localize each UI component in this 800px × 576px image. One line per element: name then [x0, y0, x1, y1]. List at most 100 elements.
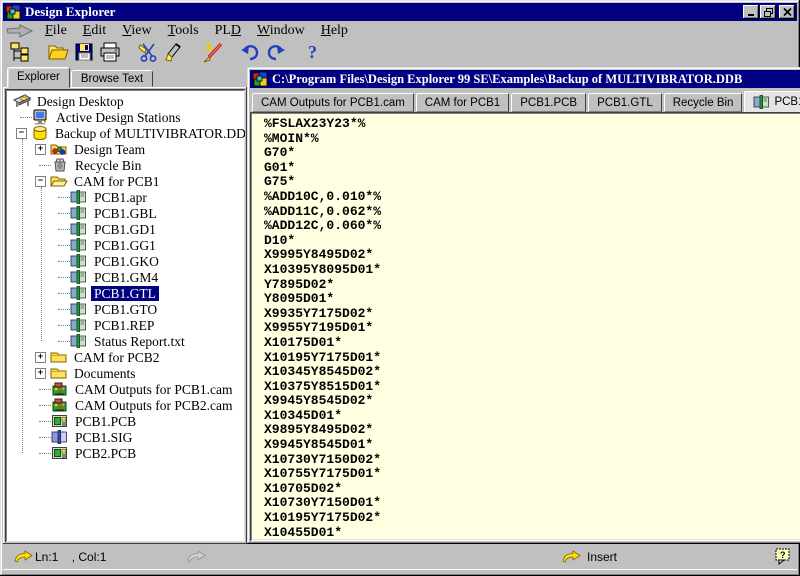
tree-item-label: PCB1.PCB: [72, 414, 139, 429]
open-document-button[interactable]: [45, 42, 71, 66]
paste-icon: [163, 41, 185, 68]
editor-line: %MOIN*%: [264, 132, 800, 147]
restore-button[interactable]: [760, 5, 776, 19]
editor-line: Y8095D01*: [264, 292, 800, 307]
document-tab-pcb1-gtl[interactable]: PCB1.GTL: [744, 91, 800, 112]
tree-item-design-desktop[interactable]: Design Desktop: [5, 93, 245, 109]
tree-item-active-design-stations[interactable]: Active Design Stations: [5, 109, 245, 125]
document-tab-cam-outputs-for-pcb1-cam[interactable]: CAM Outputs for PCB1.cam: [252, 93, 414, 112]
tree-item-pcb1-sig[interactable]: PCB1.SIG: [5, 429, 245, 445]
doc-icon: [70, 301, 88, 317]
tree-item-design-team[interactable]: +Design Team: [5, 141, 245, 157]
tree-item-pcb1-gko[interactable]: PCB1.GKO: [5, 253, 245, 269]
menu-window[interactable]: Window: [249, 22, 313, 40]
redo-button[interactable]: [263, 42, 289, 66]
document-tab-recycle-bin[interactable]: Recycle Bin: [664, 93, 743, 112]
editor-line: X10195Y7175D02*: [264, 511, 800, 526]
workspace: ExplorerBrowse Text Design DesktopActive…: [3, 67, 797, 544]
tree-item-label: PCB1.GG1: [91, 238, 159, 253]
minimize-button[interactable]: [743, 5, 759, 19]
tree-item-label: PCB1.GKO: [91, 254, 162, 269]
tree-item-pcb1-gbl[interactable]: PCB1.GBL: [5, 205, 245, 221]
insert-mode-indicator: Insert: [587, 544, 617, 569]
editor-line: X10755Y7175D01*: [264, 467, 800, 482]
tree-item-cam-outputs-for-pcb1-cam[interactable]: CAM Outputs for PCB1.cam: [5, 381, 245, 397]
knife-button[interactable]: [199, 42, 225, 66]
tree-item-pcb1-gg1[interactable]: PCB1.GG1: [5, 237, 245, 253]
document-tab-pcb1-gtl[interactable]: PCB1.GTL: [588, 93, 662, 112]
menu-view[interactable]: View: [114, 22, 160, 40]
expand-box[interactable]: +: [35, 352, 46, 363]
jump-arrow-yellow-icon: [561, 544, 581, 569]
tree-item-pcb2-pcb[interactable]: PCB2.PCB: [5, 445, 245, 461]
tree-item-backup-of-multivibrator-ddb[interactable]: −Backup of MULTIVIBRATOR.DDB: [5, 125, 245, 141]
editor-line: X9895Y8495D02*: [264, 423, 800, 438]
document-tab-pcb1-pcb[interactable]: PCB1.PCB: [511, 93, 586, 112]
explorer-tree: Design DesktopActive Design Stations−Bac…: [5, 89, 245, 542]
line-col-indicator: Ln:1 , Col:1: [35, 544, 106, 569]
explorer-panel-tabs: ExplorerBrowse Text: [3, 67, 247, 87]
menu-tools[interactable]: Tools: [160, 22, 207, 40]
menu-pld[interactable]: PLD: [207, 22, 249, 40]
tree-item-pcb1-gm4[interactable]: PCB1.GM4: [5, 269, 245, 285]
menu-arrow-icon[interactable]: [3, 24, 37, 38]
collapse-box[interactable]: −: [16, 128, 27, 139]
cut-button[interactable]: [135, 42, 161, 66]
tree-item-status-report-txt[interactable]: Status Report.txt: [5, 333, 245, 349]
tree-item-label: Status Report.txt: [91, 334, 188, 349]
doc-icon: [70, 285, 88, 301]
menu-file[interactable]: File: [37, 22, 75, 40]
help-button[interactable]: ?: [301, 42, 327, 66]
design-manager-icon: [9, 41, 31, 68]
editor-line: Y7895D02*: [264, 278, 800, 293]
tree-item-pcb1-gd1[interactable]: PCB1.GD1: [5, 221, 245, 237]
expand-box[interactable]: +: [35, 368, 46, 379]
paste-button[interactable]: [161, 42, 187, 66]
undo-button[interactable]: [237, 42, 263, 66]
document-tab-cam-for-pcb1[interactable]: CAM for PCB1: [416, 93, 509, 112]
tree-item-documents[interactable]: +Documents: [5, 365, 245, 381]
tree-item-pcb1-rep[interactable]: PCB1.REP: [5, 317, 245, 333]
editor-line: X10175D01*: [264, 336, 800, 351]
tree-item-cam-for-pcb1[interactable]: − CAM for PCB1: [5, 173, 245, 189]
save-button[interactable]: [71, 42, 97, 66]
doc-icon: [70, 269, 88, 285]
tree-item-label: PCB1.apr: [91, 190, 150, 205]
tab-browse-text[interactable]: Browse Text: [71, 70, 153, 87]
doc-icon: [70, 237, 88, 253]
tree-item-cam-for-pcb2[interactable]: +CAM for PCB2: [5, 349, 245, 365]
collapse-box[interactable]: −: [35, 176, 46, 187]
design-manager-button[interactable]: [7, 42, 33, 66]
sig-icon: [51, 429, 69, 445]
tree-item-pcb1-apr[interactable]: PCB1.apr: [5, 189, 245, 205]
doc-icon: [70, 253, 88, 269]
tree-item-label: Active Design Stations: [53, 110, 184, 125]
svg-text:?: ?: [780, 550, 786, 560]
editor-line: X9945Y8545D02*: [264, 394, 800, 409]
editor-line: G75*: [264, 175, 800, 190]
tree-item-label: Design Desktop: [34, 94, 127, 109]
close-button[interactable]: [779, 5, 795, 19]
open-document-icon: [46, 41, 70, 68]
editor-line: X10345D01*: [264, 409, 800, 424]
tree-item-recycle-bin[interactable]: Recycle Bin: [5, 157, 245, 173]
text-editor[interactable]: %FSLAX23Y23*%%MOIN*%G70*G01*G75*%ADD10C,…: [252, 114, 800, 539]
editor-line: %ADD11C,0.062*%: [264, 205, 800, 220]
tree-item-cam-outputs-for-pcb2-cam[interactable]: CAM Outputs for PCB2.cam: [5, 397, 245, 413]
tree-item-pcb1-gtl[interactable]: PCB1.GTL: [5, 285, 245, 301]
editor-line: X10195Y7175D01*: [264, 351, 800, 366]
document-window: C:\Program Files\Design Explorer 99 SE\E…: [247, 67, 800, 544]
tab-explorer[interactable]: Explorer: [7, 67, 70, 88]
print-button[interactable]: [97, 42, 123, 66]
expand-box[interactable]: +: [35, 144, 46, 155]
menu-edit[interactable]: Edit: [75, 22, 114, 40]
statusbar: Ln:1 , Col:1 Insert ?: [3, 544, 797, 569]
tree-item-pcb1-gto[interactable]: PCB1.GTO: [5, 301, 245, 317]
tree-item-label: CAM for PCB1: [71, 174, 163, 189]
editor-line: X10730Y7150D01*: [264, 496, 800, 511]
help-bubble-icon[interactable]: ?: [775, 544, 791, 569]
tree-item-pcb1-pcb[interactable]: PCB1.PCB: [5, 413, 245, 429]
menu-help[interactable]: Help: [313, 22, 356, 40]
document-tab-label: CAM Outputs for PCB1.cam: [261, 97, 405, 109]
folder-open-icon: [50, 173, 68, 189]
